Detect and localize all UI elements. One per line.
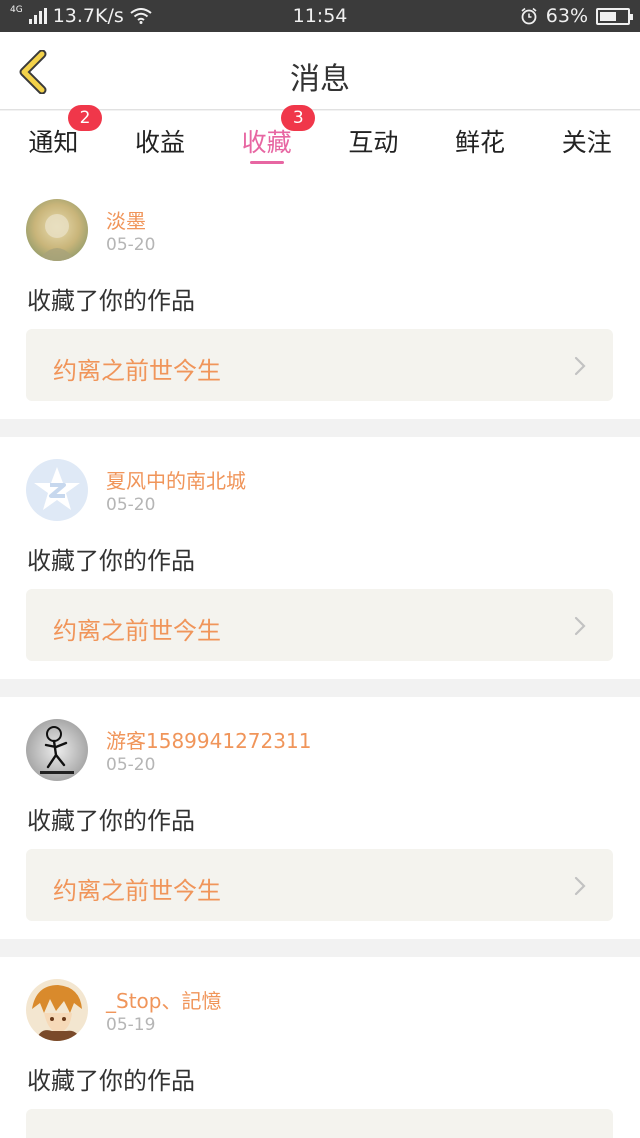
work-link[interactable]: 约离之前世今生	[26, 849, 613, 921]
chevron-right-icon	[574, 876, 586, 896]
user-name[interactable]: 淡墨	[106, 205, 146, 234]
message-date: 05-20	[106, 755, 156, 775]
tab-following[interactable]: 关注	[533, 111, 640, 177]
tab-bar: 通知 2 收益 收藏 3 互动 鲜花 关注	[0, 105, 640, 177]
battery-icon	[596, 7, 633, 25]
message-date: 05-20	[106, 495, 156, 515]
nav-bar: 消息	[0, 32, 640, 110]
list-item: 游客1589941272311 05-20 收藏了你的作品 约离之前世今生	[0, 697, 640, 939]
tab-favorites[interactable]: 收藏 3	[213, 105, 320, 177]
unread-badge: 3	[281, 105, 316, 131]
unread-badge: 2	[68, 105, 102, 131]
wifi-icon	[130, 8, 152, 24]
tab-notifications[interactable]: 通知 2	[0, 105, 107, 177]
tab-label: 收益	[135, 128, 186, 157]
qq-star-avatar-icon[interactable]	[26, 459, 88, 521]
chevron-right-icon	[574, 616, 586, 636]
active-tab-indicator	[249, 161, 284, 164]
user-name[interactable]: 夏风中的南北城	[106, 465, 246, 494]
list-item: 夏风中的南北城 05-20 收藏了你的作品 约离之前世今生	[0, 437, 640, 679]
tab-flowers[interactable]: 鲜花	[427, 111, 534, 177]
clock: 11:54	[292, 5, 348, 27]
signal-icon	[28, 8, 47, 24]
user-name[interactable]: _Stop、記憶	[106, 985, 221, 1014]
message-date: 05-19	[106, 1015, 156, 1035]
action-text: 收藏了你的作品	[27, 547, 195, 575]
work-title: 约离之前世今生	[53, 357, 221, 385]
alarm-icon	[521, 7, 537, 25]
photo-avatar-icon[interactable]	[26, 199, 88, 261]
tab-label: 收藏	[241, 128, 292, 157]
network-type: 4G	[10, 4, 23, 15]
chevron-right-icon	[574, 356, 586, 376]
work-title: 约离之前世今生	[53, 877, 221, 905]
tab-label: 通知	[28, 128, 79, 157]
anime-avatar-icon[interactable]	[26, 979, 88, 1041]
action-text: 收藏了你的作品	[27, 287, 195, 315]
tab-interactions[interactable]: 互动	[320, 111, 427, 177]
tab-label: 鲜花	[455, 128, 506, 157]
stickman-avatar-icon[interactable]	[26, 719, 88, 781]
message-list: 淡墨 05-20 收藏了你的作品 约离之前世今生 夏风中的南北城 05-20 收…	[0, 177, 640, 1138]
work-link[interactable]: 约离之前世今生	[26, 589, 613, 661]
work-link[interactable]	[26, 1109, 613, 1138]
tab-earnings[interactable]: 收益	[107, 111, 214, 177]
network-speed: 13.7K/s	[52, 5, 124, 27]
action-text: 收藏了你的作品	[27, 1067, 195, 1095]
user-name[interactable]: 游客1589941272311	[106, 725, 311, 754]
battery-percent: 63%	[545, 5, 588, 27]
status-bar: 4G 13.7K/s 11:54 63%	[0, 0, 640, 32]
list-item: _Stop、記憶 05-19 收藏了你的作品	[0, 957, 640, 1138]
tab-label: 关注	[561, 128, 612, 157]
tab-label: 互动	[348, 128, 399, 157]
list-item: 淡墨 05-20 收藏了你的作品 约离之前世今生	[0, 177, 640, 419]
work-title: 约离之前世今生	[53, 617, 221, 645]
message-date: 05-20	[106, 235, 156, 255]
page-title: 消息	[290, 62, 350, 97]
work-link[interactable]: 约离之前世今生	[26, 329, 613, 401]
action-text: 收藏了你的作品	[27, 807, 195, 835]
